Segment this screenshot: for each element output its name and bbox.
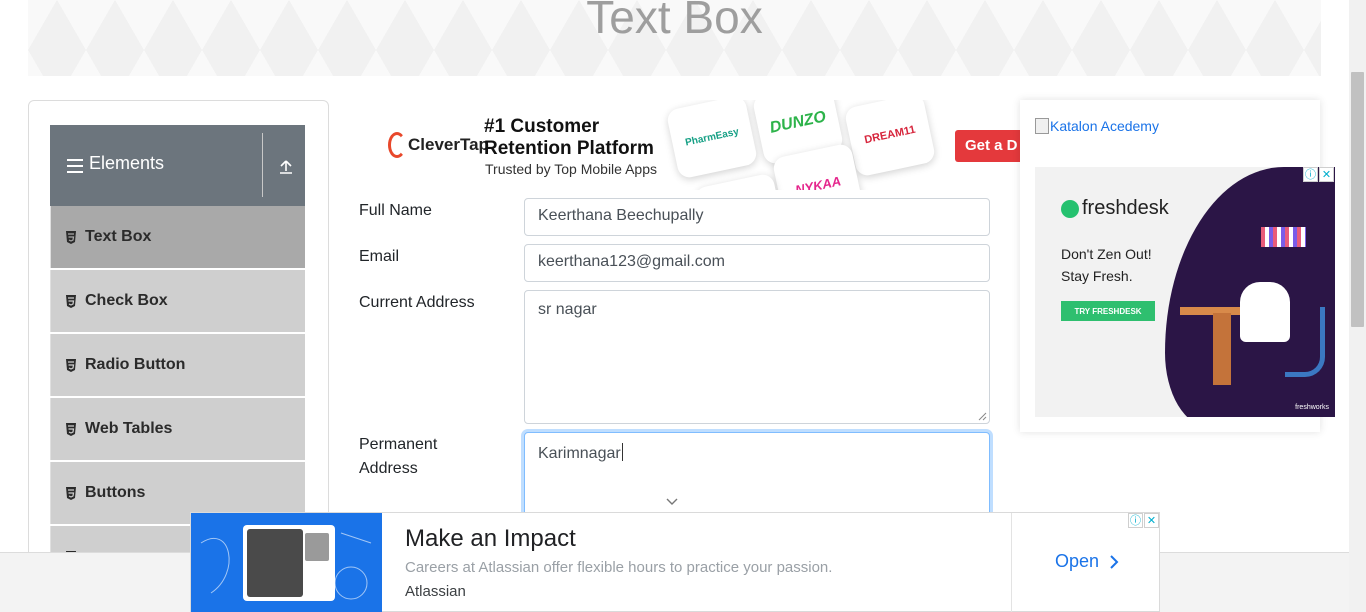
- ad-separator: [1011, 513, 1012, 612]
- freshworks-logo: freshworks: [1295, 404, 1329, 411]
- freshdesk-ad[interactable]: freshdesk Don't Zen Out! Stay Fresh. TRY…: [1035, 167, 1335, 417]
- app-tile-blank: [693, 172, 787, 190]
- ad-close-icon[interactable]: ✕: [1319, 167, 1334, 182]
- page: Text Box Elements Text Box Check Box Rad…: [0, 0, 1366, 612]
- elements-group-header[interactable]: Elements: [50, 125, 305, 206]
- atlassian-ad[interactable]: Make an Impact Careers at Atlassian offe…: [190, 512, 1160, 612]
- ad-info-icon[interactable]: ⓘ: [1303, 167, 1318, 182]
- atlassian-ad-description: Careers at Atlassian offer flexible hour…: [405, 559, 833, 576]
- ad-photo-person-small: [305, 533, 329, 561]
- scrollbar-thumb[interactable]: [1351, 72, 1364, 327]
- full-name-input[interactable]: Keerthana Beechupally: [524, 198, 990, 236]
- atlassian-ad-brand: Atlassian: [405, 583, 466, 600]
- app-tile-pharmeasy: PharmEasy: [665, 100, 759, 180]
- html5-icon: [66, 294, 76, 308]
- chevron-right-icon: [1110, 554, 1119, 569]
- sidebar-item-label: Text Box: [85, 228, 152, 245]
- sidebar-item-label: Check Box: [85, 292, 168, 309]
- clevertap-logo: CleverTap: [388, 132, 489, 158]
- ad-headline-line-1: #1 Customer: [484, 116, 600, 137]
- ad-headline: #1 Customer Retention Platform: [484, 116, 654, 160]
- elements-group-title: Elements: [89, 153, 165, 173]
- full-name-label: Full Name: [359, 202, 432, 219]
- books-illustration: [1261, 227, 1306, 247]
- freshdesk-tagline-2: Stay Fresh.: [1061, 268, 1133, 284]
- desk-leg-illustration: [1213, 313, 1231, 385]
- bottom-ad-info-icon[interactable]: ⓘ: [1128, 513, 1143, 528]
- hamburger-icon: [67, 159, 83, 173]
- current-address-label: Current Address: [359, 294, 475, 311]
- freshdesk-tagline-1: Don't Zen Out!: [1061, 246, 1152, 262]
- sidebar-item-text-box[interactable]: Text Box: [50, 206, 305, 268]
- try-freshdesk-button[interactable]: TRY FRESHDESK: [1061, 301, 1155, 321]
- katalon-academy-alt-text: Katalon Acedemy: [1050, 118, 1159, 134]
- sleeping-person-illustration: [1240, 282, 1290, 342]
- atlassian-ad-image: [191, 513, 382, 612]
- sidebar-item-radio-button[interactable]: Radio Button: [50, 334, 305, 396]
- clevertap-logo-icon: [388, 132, 406, 158]
- html5-icon: [66, 422, 76, 436]
- ad-open-label: Open: [1055, 551, 1100, 571]
- sidebar-item-label: Buttons: [85, 484, 146, 501]
- ad-subtitle: Trusted by Top Mobile Apps: [485, 161, 657, 177]
- sidebar-item-check-box[interactable]: Check Box: [50, 270, 305, 332]
- permanent-address-label-line-1: Permanent: [359, 436, 438, 453]
- ad-photo-person: [247, 529, 303, 597]
- html5-icon: [66, 358, 76, 372]
- clevertap-ad[interactable]: CleverTap #1 Customer Retention Platform…: [380, 100, 1020, 190]
- freshdesk-logo: freshdesk: [1061, 197, 1169, 220]
- chair-illustration: [1285, 307, 1325, 377]
- ad-open-button[interactable]: Open: [1055, 551, 1121, 572]
- page-scrollbar[interactable]: [1349, 0, 1366, 612]
- permanent-address-label: Permanent Address: [359, 433, 437, 481]
- ad-cta-button[interactable]: Get a D: [955, 130, 1020, 162]
- email-label: Email: [359, 248, 400, 265]
- permanent-address-value: Karimnagar: [538, 445, 621, 462]
- resize-grip-icon[interactable]: [978, 412, 987, 421]
- current-address-textarea[interactable]: sr nagar: [524, 290, 990, 424]
- atlassian-ad-title: Make an Impact: [405, 525, 576, 552]
- ad-photo: [243, 525, 335, 601]
- page-title: Text Box: [586, 0, 763, 43]
- bottom-ad-close-icon[interactable]: ✕: [1144, 513, 1159, 528]
- freshdesk-tagline: Don't Zen Out! Stay Fresh.: [1061, 243, 1152, 287]
- sidebar-item-label: Web Tables: [85, 420, 173, 437]
- katalon-academy-link[interactable]: Katalon Acedemy: [1035, 118, 1159, 134]
- html5-icon: [66, 486, 76, 500]
- freshdesk-brand: freshdesk: [1082, 197, 1169, 219]
- email-input[interactable]: keerthana123@gmail.com: [524, 244, 990, 282]
- app-tile-dream11: DREAM11: [843, 100, 937, 178]
- sidebar-item-label: Radio Button: [85, 356, 186, 373]
- sidebar-item-web-tables[interactable]: Web Tables: [50, 398, 305, 460]
- page-banner: Text Box: [28, 0, 1321, 76]
- permanent-address-label-line-2: Address: [359, 460, 418, 477]
- clevertap-brand: CleverTap: [408, 135, 489, 154]
- ad-headline-line-2: Retention Platform: [484, 138, 654, 159]
- chevron-down-icon: [666, 498, 678, 505]
- broken-image-icon: [1035, 118, 1049, 134]
- collapse-up-icon[interactable]: [278, 159, 294, 175]
- header-divider: [262, 133, 263, 197]
- current-address-value: sr nagar: [538, 301, 597, 318]
- html5-icon: [66, 230, 76, 244]
- freshdesk-logo-icon: [1061, 199, 1079, 218]
- text-caret: [621, 443, 623, 461]
